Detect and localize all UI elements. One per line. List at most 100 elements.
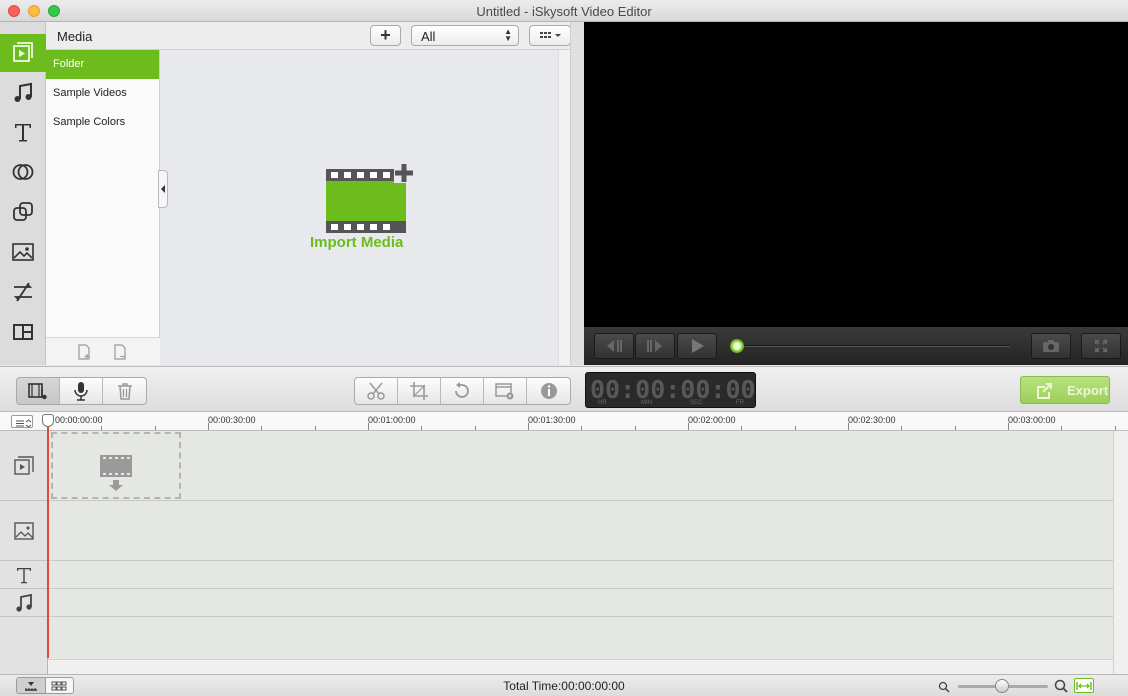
record-tools-group bbox=[16, 377, 147, 405]
folder-item-sample-videos[interactable]: Sample Videos bbox=[46, 79, 159, 108]
snapshot-button[interactable] bbox=[1031, 333, 1071, 359]
fit-timeline-button[interactable] bbox=[1074, 678, 1094, 693]
view-mode-button[interactable] bbox=[529, 25, 571, 46]
ruler-tick bbox=[1115, 426, 1116, 430]
timeline-vertical-scrollbar[interactable] bbox=[1113, 431, 1128, 674]
playback-progress-knob[interactable] bbox=[730, 339, 744, 353]
rail-item-media[interactable] bbox=[0, 34, 46, 72]
fullscreen-icon bbox=[1094, 339, 1108, 353]
step-back-icon bbox=[607, 340, 622, 352]
video-track-icon bbox=[14, 455, 34, 475]
ruler-tick bbox=[475, 426, 476, 430]
video-drop-zone[interactable] bbox=[51, 432, 181, 499]
ruler-tick bbox=[315, 426, 316, 430]
video-settings-button[interactable] bbox=[484, 378, 527, 404]
panel-divider[interactable] bbox=[570, 22, 584, 365]
media-filter-select[interactable]: All ▲ ▼ bbox=[411, 25, 519, 46]
timeline-ruler[interactable]: 00:00:00:00 00:00:30:00 00:01:00:00 00:0… bbox=[0, 412, 1128, 431]
elements-icon bbox=[12, 243, 34, 261]
ruler-label: 00:00:30:00 bbox=[208, 415, 256, 425]
crop-icon bbox=[410, 382, 428, 400]
timeline-tracks[interactable] bbox=[48, 431, 1113, 659]
playhead-line[interactable] bbox=[47, 420, 49, 658]
rail-item-split-screen[interactable] bbox=[0, 313, 46, 351]
ruler-tick bbox=[581, 426, 582, 430]
zoom-slider-knob[interactable] bbox=[995, 679, 1009, 693]
rail-item-overlays[interactable] bbox=[0, 193, 46, 231]
player-controls bbox=[584, 327, 1128, 365]
music-track[interactable] bbox=[48, 589, 1113, 617]
ruler-label: 00:01:00:00 bbox=[368, 415, 416, 425]
track-head-pip[interactable] bbox=[0, 501, 48, 561]
media-scrollbar[interactable] bbox=[558, 50, 570, 365]
media-header: Media + All ▲ ▼ bbox=[46, 22, 571, 50]
ruler-tick bbox=[155, 426, 156, 430]
import-media-label[interactable]: Import Media bbox=[310, 234, 403, 251]
folder-item-folder[interactable]: Folder bbox=[46, 50, 159, 79]
folder-item-sample-colors[interactable]: Sample Colors bbox=[46, 108, 159, 137]
collapse-folders-button[interactable] bbox=[158, 170, 168, 208]
media-filter-value: All bbox=[421, 29, 436, 44]
select-arrows-icon: ▲ ▼ bbox=[504, 27, 512, 43]
rail-item-transitions[interactable] bbox=[0, 273, 46, 311]
add-media-button[interactable]: + bbox=[370, 25, 401, 46]
fit-width-icon bbox=[1076, 681, 1092, 690]
media-library-area[interactable]: Import Media bbox=[158, 50, 570, 365]
rail-item-text[interactable] bbox=[0, 113, 46, 151]
rail-item-music[interactable] bbox=[0, 74, 46, 112]
edit-tools-group bbox=[354, 377, 571, 405]
pip-track[interactable] bbox=[48, 501, 1113, 561]
ruler-tick bbox=[741, 426, 742, 430]
track-head-video[interactable] bbox=[0, 431, 48, 501]
track-head-text[interactable] bbox=[0, 561, 48, 589]
ruler-tick bbox=[901, 426, 902, 430]
info-button[interactable] bbox=[527, 378, 570, 404]
fullscreen-button[interactable] bbox=[1081, 333, 1121, 359]
export-icon bbox=[1037, 383, 1052, 399]
playback-progress-track[interactable] bbox=[734, 345, 1010, 347]
window-title: Untitled - iSkysoft Video Editor bbox=[476, 4, 652, 19]
music-track-icon bbox=[16, 593, 32, 612]
scissors-icon bbox=[367, 382, 385, 400]
play-button[interactable] bbox=[677, 333, 717, 359]
split-screen-icon bbox=[13, 324, 33, 340]
ruler-tick bbox=[368, 423, 369, 430]
cut-button[interactable] bbox=[355, 378, 398, 404]
import-media-icon[interactable] bbox=[324, 160, 416, 236]
media-icon bbox=[13, 42, 33, 62]
track-head-music[interactable] bbox=[0, 589, 48, 617]
ruler-tick bbox=[101, 426, 102, 430]
timecode-label-fr: FR bbox=[736, 400, 744, 406]
zoom-in-icon[interactable] bbox=[1054, 679, 1068, 693]
zoom-out-icon[interactable] bbox=[938, 681, 950, 693]
timecode-digits: 00:00:00:00 bbox=[590, 375, 756, 404]
timecode-label-hr: HR bbox=[598, 400, 607, 406]
record-voiceover-button[interactable] bbox=[60, 378, 103, 404]
ruler-label: 00:01:30:00 bbox=[528, 415, 576, 425]
previous-frame-button[interactable] bbox=[594, 333, 634, 359]
video-track[interactable] bbox=[48, 431, 1113, 501]
crop-button[interactable] bbox=[398, 378, 441, 404]
rotate-button[interactable] bbox=[441, 378, 484, 404]
import-media-timeline-button[interactable] bbox=[17, 378, 60, 404]
library-rail bbox=[0, 22, 46, 365]
rail-item-filters[interactable] bbox=[0, 153, 46, 191]
new-folder-icon[interactable] bbox=[76, 344, 92, 360]
trash-icon bbox=[117, 383, 132, 400]
playhead-handle[interactable] bbox=[42, 414, 54, 427]
rail-item-elements[interactable] bbox=[0, 233, 46, 271]
ruler-label: 00:02:00:00 bbox=[688, 415, 736, 425]
timecode-display: 00:00:00:00 HR MIN SEC FR bbox=[585, 372, 756, 408]
timeline-horizontal-scrollbar[interactable] bbox=[48, 659, 1113, 674]
text-track[interactable] bbox=[48, 561, 1113, 589]
track-menu-button[interactable] bbox=[11, 415, 33, 428]
ruler-tick bbox=[795, 426, 796, 430]
delete-folder-icon[interactable] bbox=[112, 344, 128, 360]
ruler-label: 00:03:00:00 bbox=[1008, 415, 1056, 425]
export-button[interactable]: Export bbox=[1020, 376, 1110, 404]
preview-viewer bbox=[584, 22, 1128, 327]
delete-button[interactable] bbox=[103, 378, 146, 404]
filters-icon bbox=[12, 164, 34, 180]
next-frame-button[interactable] bbox=[635, 333, 675, 359]
export-label: Export bbox=[1067, 383, 1109, 398]
